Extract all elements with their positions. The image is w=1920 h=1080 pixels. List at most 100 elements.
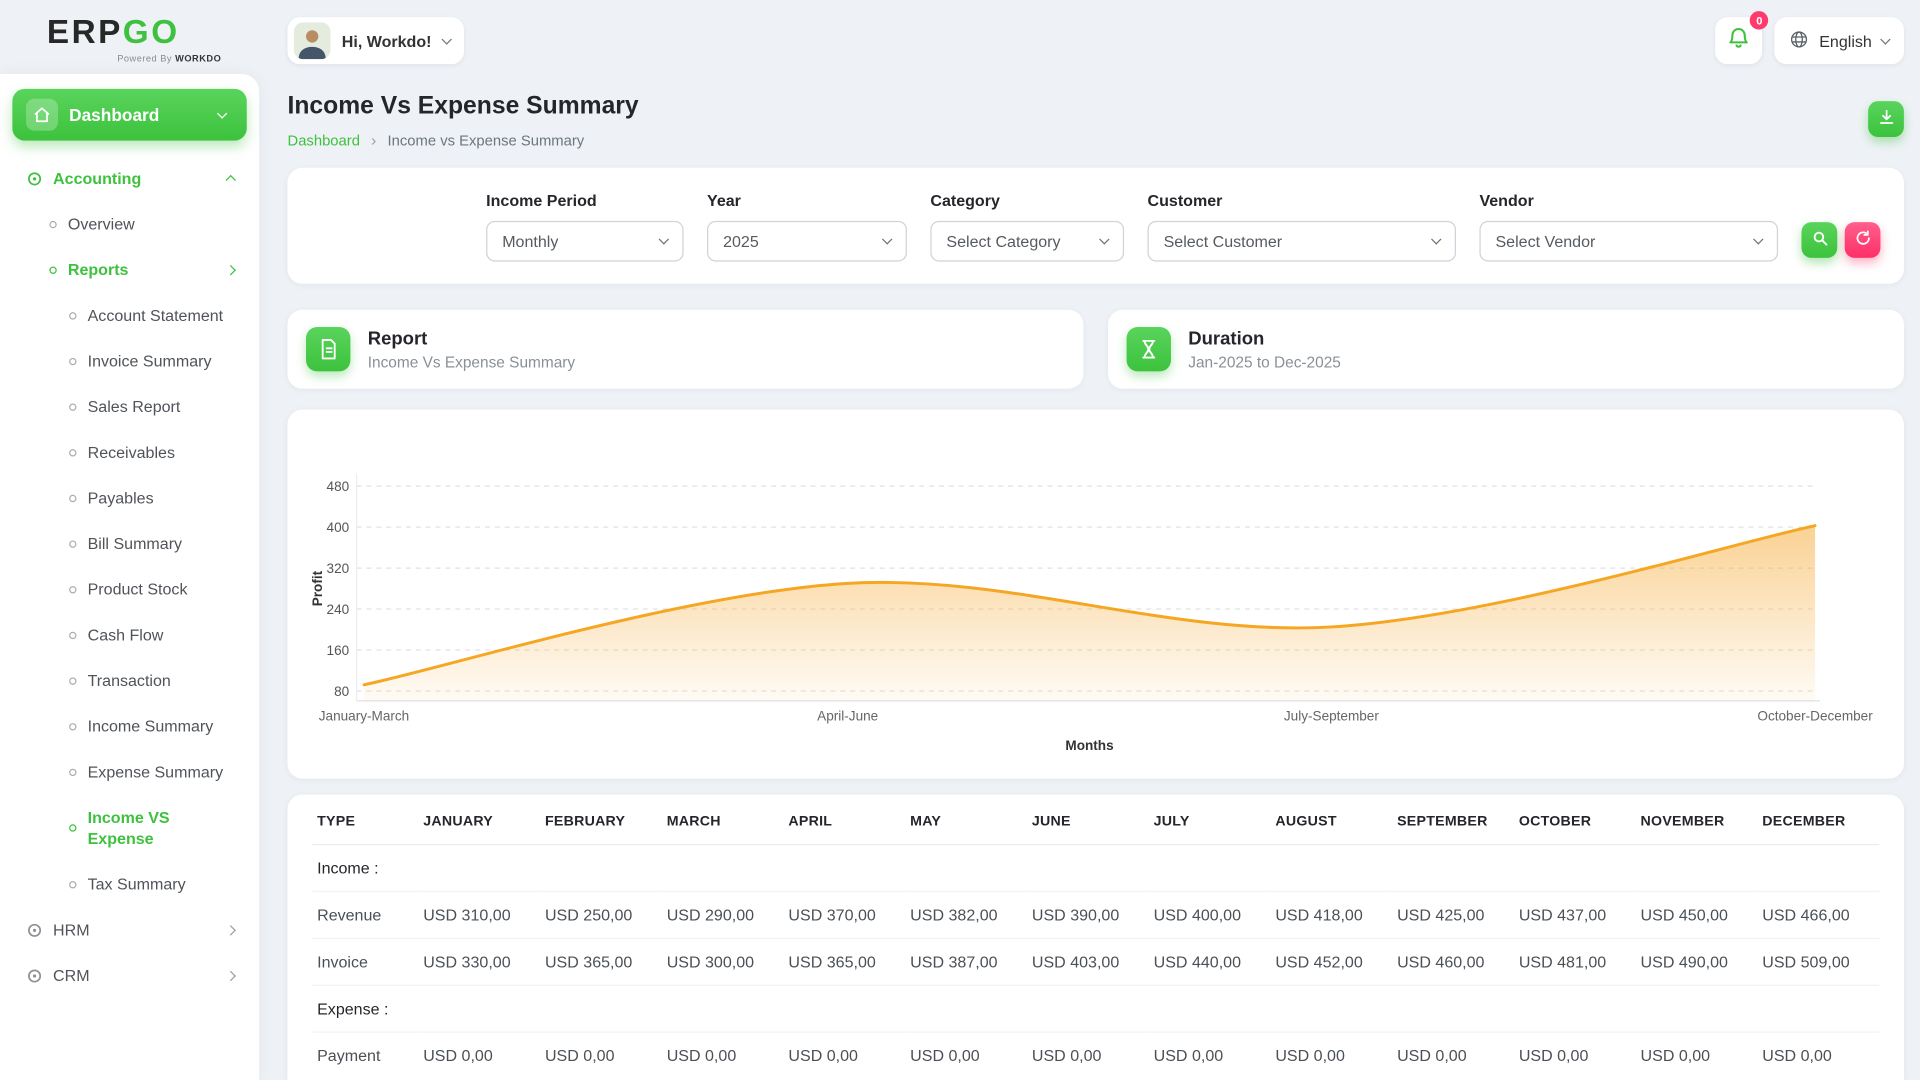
topbar: Hi, Workdo! 0 English xyxy=(287,0,1904,72)
filter-label-customer: Customer xyxy=(1147,190,1223,210)
svg-text:80: 80 xyxy=(334,684,350,699)
category-select[interactable]: Select Category xyxy=(930,220,1125,261)
bell-icon xyxy=(1727,25,1752,56)
cell-value: USD 481,00 xyxy=(1518,952,1607,972)
vendor-select[interactable]: Select Vendor xyxy=(1479,220,1779,261)
language-label: English xyxy=(1819,31,1872,50)
cell-value: USD 0,00 xyxy=(910,1046,980,1065)
filter-label-income-period: Income Period xyxy=(486,190,597,210)
cell-value: USD 0,00 xyxy=(788,1046,858,1065)
sidebar-item-label: Payables xyxy=(87,488,154,508)
sidebar-item-receivables[interactable]: Receivables xyxy=(12,429,246,475)
search-icon xyxy=(1811,230,1828,251)
cell-value: USD 0,00 xyxy=(544,1046,615,1065)
sidebar-item-label: Transaction xyxy=(87,671,171,690)
bullet-icon xyxy=(49,220,57,228)
sidebar-item-account-statement[interactable]: Account Statement xyxy=(12,292,246,338)
language-selector[interactable]: English xyxy=(1774,17,1904,65)
breadcrumb-current: Income vs Expense Summary xyxy=(387,132,585,150)
sidebar-item-cash-flow[interactable]: Cash Flow xyxy=(12,612,246,658)
filter-actions xyxy=(1801,222,1881,258)
category-value: Select Category xyxy=(946,231,1061,250)
cell-value: USD 387,00 xyxy=(910,952,998,972)
cell-value: USD 300,00 xyxy=(666,952,755,972)
bullet-icon xyxy=(69,357,77,365)
sidebar-item-income-vs-expense[interactable]: Income VS Expense xyxy=(12,795,246,862)
sidebar-item-label: Invoice Summary xyxy=(87,351,212,371)
hrm-label: HRM xyxy=(53,920,90,939)
column-header: AUGUST xyxy=(1275,814,1337,830)
duration-card-subtitle: Jan-2025 to Dec-2025 xyxy=(1188,353,1341,371)
reports-submenu: Account Statement Invoice Summary Sales Re… xyxy=(12,292,246,906)
cell-value: USD 450,00 xyxy=(1640,905,1728,925)
income-period-select[interactable]: Monthly xyxy=(486,220,684,261)
powered-brand: WORK xyxy=(175,53,207,65)
cell-value: USD 400,00 xyxy=(1153,905,1242,925)
sidebar-item-label: Account Statement xyxy=(87,306,224,325)
cell-value: USD 0,00 xyxy=(1153,1046,1224,1065)
sidebar-item-invoice-summary[interactable]: Invoice Summary xyxy=(12,338,246,384)
document-icon xyxy=(306,326,351,372)
year-select[interactable]: 2025 xyxy=(707,220,907,261)
svg-text:400: 400 xyxy=(327,520,350,535)
chevron-up-icon xyxy=(225,174,236,186)
sidebar-item-tax-summary[interactable]: Tax Summary xyxy=(12,861,246,907)
svg-text:October-December: October-December xyxy=(1757,709,1873,724)
sidebar-item-label: Bill Summary xyxy=(87,534,183,553)
cell-value: USD 310,00 xyxy=(423,905,511,925)
home-icon xyxy=(25,98,58,131)
download-button[interactable] xyxy=(1868,101,1904,137)
sidebar-item-payables[interactable]: Payables xyxy=(12,475,246,521)
sidebar-item-income-summary[interactable]: Income Summary xyxy=(12,703,246,749)
sidebar-item-crm[interactable]: CRM xyxy=(12,953,246,999)
page-title: Income Vs Expense Summary xyxy=(287,92,639,120)
filter-bar: Income Period Monthly Year 2025 Category… xyxy=(287,167,1904,284)
sidebar-item-expense-summary[interactable]: Expense Summary xyxy=(12,749,246,795)
notifications-button[interactable]: 0 xyxy=(1715,11,1769,65)
brand-erp: ERP xyxy=(46,13,123,51)
sidebar-item-overview[interactable]: Overview xyxy=(12,201,246,247)
sidebar-item-accounting[interactable]: Accounting xyxy=(12,155,246,201)
sidebar-item-dashboard[interactable]: Dashboard xyxy=(12,88,247,141)
summary-table-head-row: TYPE JANUARY FEBRUARY MARCH APRIL MAY JUNE JULY… xyxy=(312,797,1880,845)
cell-value: USD 452,00 xyxy=(1275,952,1363,972)
sidebar-item-transaction[interactable]: Transaction xyxy=(12,658,246,704)
chevron-right-icon xyxy=(225,924,236,935)
sidebar-item-hrm[interactable]: HRM xyxy=(12,907,246,953)
search-button[interactable] xyxy=(1801,222,1838,258)
greeting-text: Hi, Workdo! xyxy=(341,31,432,50)
sidebar-item-reports[interactable]: Reports xyxy=(12,247,246,293)
column-header: MARCH xyxy=(666,814,721,830)
cell-value: USD 0,00 xyxy=(1275,1046,1345,1065)
customer-select[interactable]: Select Customer xyxy=(1147,220,1457,261)
column-header: JUNE xyxy=(1031,814,1071,830)
cell-value: USD 390,00 xyxy=(1031,905,1120,925)
vendor-value: Select Vendor xyxy=(1495,231,1596,250)
cell-value: USD 365,00 xyxy=(788,952,876,972)
summary-cards: Report Income Vs Expense Summary Duratio… xyxy=(287,309,1904,389)
column-header: SEPTEMBER xyxy=(1397,814,1488,830)
cell-value: USD 382,00 xyxy=(910,905,998,925)
cell-value: USD 330,00 xyxy=(423,952,511,972)
sidebar-item-label: Income VS Expense xyxy=(87,808,170,848)
sidebar-item-label: Income Summary xyxy=(87,716,214,736)
cell-value: USD 0,00 xyxy=(1397,1046,1467,1065)
sidebar-item-bill-summary[interactable]: Bill Summary xyxy=(12,521,246,567)
powered-by-text: Powered By xyxy=(117,53,173,65)
topbar-right: 0 English xyxy=(1715,11,1904,65)
bullet-icon xyxy=(69,448,77,456)
profit-chart-card: 480 400 320 240 160 80 January-March April-June… xyxy=(287,409,1904,779)
notification-badge: 0 xyxy=(1750,11,1769,30)
svg-text:April-June: April-June xyxy=(817,709,878,724)
bullet-icon xyxy=(69,402,77,411)
hourglass-icon xyxy=(1126,326,1171,372)
chevron-down-icon xyxy=(1753,233,1764,244)
user-menu[interactable]: Hi, Workdo! xyxy=(287,17,464,65)
crm-icon xyxy=(27,968,42,983)
cell-value: USD 250,00 xyxy=(544,905,633,925)
sidebar-item-sales-report[interactable]: Sales Report xyxy=(12,384,246,430)
sidebar-item-product-stock[interactable]: Product Stock xyxy=(12,566,246,612)
cell-value: USD 0,00 xyxy=(666,1046,737,1065)
breadcrumb-dashboard-link[interactable]: Dashboard xyxy=(287,132,359,149)
reset-button[interactable] xyxy=(1844,222,1881,258)
